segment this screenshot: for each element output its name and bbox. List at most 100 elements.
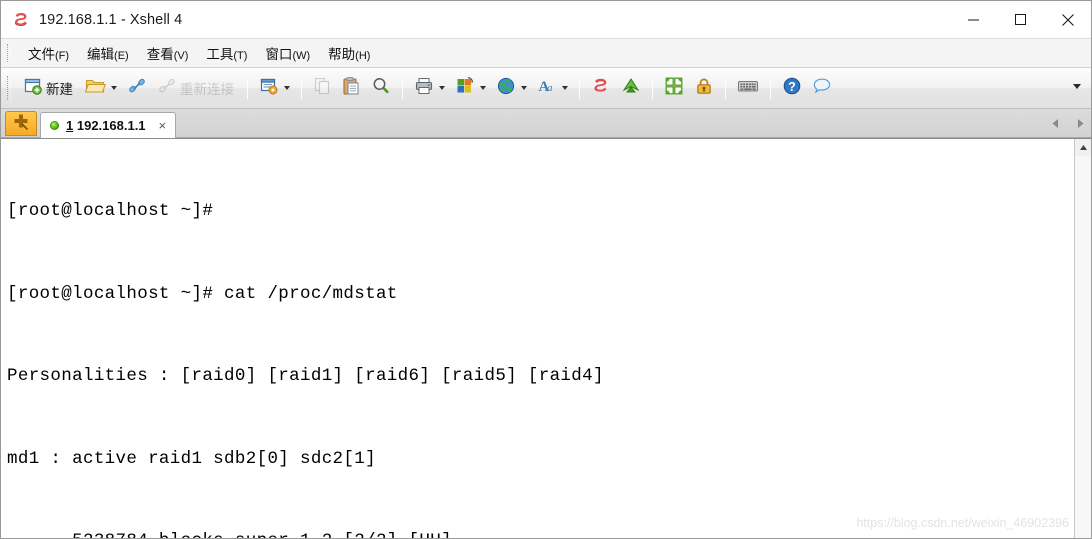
terminal-scrollbar[interactable] [1074, 139, 1091, 538]
menu-window[interactable]: 窗口(W) [256, 40, 319, 66]
tab-192-168-1-1[interactable]: 1 192.168.1.1 × [40, 112, 177, 138]
new-tab-plus-icon [12, 112, 30, 135]
minimize-button[interactable] [950, 1, 997, 38]
connection-status-icon [50, 121, 59, 130]
font-icon: A a [537, 76, 557, 101]
menu-file[interactable]: 文件(F) [19, 40, 78, 66]
terminal-output[interactable]: [root@localhost ~]# [root@localhost ~]# … [1, 139, 1074, 538]
paste-button[interactable] [337, 73, 366, 103]
scrollbar-track[interactable] [1075, 156, 1091, 538]
new-session-button[interactable]: 新建 [18, 73, 80, 103]
chevron-left-icon[interactable] [1051, 116, 1060, 134]
tab-bar: 1 192.168.1.1 × [1, 109, 1091, 138]
keyboard-icon [737, 76, 759, 101]
toolbar: 新建 重新连接 A a ? [1, 68, 1091, 109]
xftp-icon [621, 76, 641, 101]
arrange-button[interactable] [659, 73, 689, 103]
window-title: 192.168.1.1 - Xshell 4 [39, 11, 183, 28]
terminal-area: [root@localhost ~]# [root@localhost ~]# … [1, 138, 1091, 538]
menu-edit[interactable]: 编辑(E) [78, 40, 138, 66]
print-icon [414, 76, 434, 101]
chevron-down-icon[interactable] [439, 86, 445, 90]
xshell-button[interactable] [586, 73, 616, 103]
close-button[interactable] [1044, 1, 1091, 38]
chevron-right-icon[interactable] [1076, 116, 1085, 134]
menu-help[interactable]: 帮助(H) [319, 40, 379, 66]
terminal-line: 5238784 blocks super 1.2 [2/2] [UU] [7, 528, 1074, 538]
reconnect-button[interactable]: 重新连接 [152, 73, 241, 103]
color-scheme-button[interactable] [450, 73, 491, 103]
connect-icon [127, 76, 147, 101]
terminal-line: [root@localhost ~]# cat /proc/mdstat [7, 283, 398, 304]
menu-help-mnemonic: (H) [355, 50, 371, 62]
chevron-down-icon[interactable] [111, 86, 117, 90]
paste-icon [342, 76, 361, 101]
tab-scroll-controls [1051, 116, 1085, 134]
menu-file-label: 文件 [28, 47, 55, 62]
print-button[interactable] [409, 73, 450, 103]
tab-title: 192.168.1.1 [76, 118, 146, 133]
help-button[interactable]: ? [777, 73, 807, 103]
arrange-icon [664, 76, 684, 101]
menu-view-mnemonic: (V) [173, 50, 189, 62]
menu-tools-label: 工具 [206, 47, 234, 62]
lock-button[interactable] [689, 73, 719, 103]
reconnect-label: 重新连接 [180, 82, 234, 97]
chevron-down-icon[interactable] [284, 86, 290, 90]
session-properties-icon [259, 76, 279, 101]
keyboard-button[interactable] [732, 73, 764, 103]
toolbar-drag-grip[interactable] [7, 76, 11, 100]
tab-index: 1 [66, 118, 74, 133]
toolbar-separator-2 [301, 77, 302, 99]
disconnect-icon [157, 76, 177, 101]
menu-window-mnemonic: (W) [292, 50, 311, 62]
window-controls [950, 1, 1091, 38]
menu-tools-mnemonic: (T) [233, 50, 248, 62]
font-button[interactable]: A a [532, 73, 573, 103]
menu-edit-mnemonic: (E) [114, 50, 129, 62]
color-scheme-icon [455, 76, 475, 101]
new-session-icon [23, 76, 43, 101]
help-icon: ? [782, 76, 802, 101]
find-button[interactable] [366, 73, 396, 103]
menu-view[interactable]: 查看(V) [138, 40, 198, 66]
web-browser-button[interactable] [491, 73, 532, 103]
chevron-down-icon[interactable] [480, 86, 486, 90]
open-session-button[interactable] [80, 73, 122, 103]
menu-drag-grip[interactable] [7, 44, 11, 62]
toolbar-separator-3 [402, 77, 403, 99]
xshell-logo-icon [12, 11, 30, 29]
chevron-down-icon[interactable] [562, 86, 568, 90]
toolbar-separator-6 [725, 77, 726, 99]
toolbar-overflow-button[interactable] [1071, 79, 1083, 97]
menu-tools[interactable]: 工具(T) [197, 40, 256, 66]
copy-button[interactable] [308, 73, 337, 103]
new-session-label: 新建 [46, 82, 73, 97]
terminal-line: md1 : active raid1 sdb2[0] sdc2[1] [7, 448, 376, 469]
maximize-button[interactable] [997, 1, 1044, 38]
xftp-button[interactable] [616, 73, 646, 103]
toolbar-separator-7 [770, 77, 771, 99]
connect-button[interactable] [122, 73, 152, 103]
copy-icon [313, 76, 332, 101]
menu-help-label: 帮助 [328, 47, 356, 62]
scroll-up-arrow-icon[interactable] [1075, 139, 1091, 156]
menu-file-mnemonic: (F) [55, 50, 70, 62]
chevron-down-icon[interactable] [521, 86, 527, 90]
tab-close-icon[interactable]: × [157, 119, 169, 132]
session-properties-button[interactable] [254, 73, 295, 103]
terminal-line: [root@localhost ~]# [7, 201, 214, 221]
toolbar-separator-5 [652, 77, 653, 99]
menu-window-label: 窗口 [265, 47, 293, 62]
new-tab-button[interactable] [5, 111, 37, 136]
toolbar-separator-1 [247, 77, 248, 99]
terminal-line: Personalities : [raid0] [raid1] [raid6] … [7, 366, 604, 386]
web-browser-icon [496, 76, 516, 101]
title-bar: 192.168.1.1 - Xshell 4 [1, 1, 1091, 38]
menu-edit-label: 编辑 [87, 47, 115, 62]
xshell-icon [591, 76, 611, 101]
chat-button[interactable] [807, 73, 837, 103]
title-bar-left: 192.168.1.1 - Xshell 4 [1, 1, 950, 38]
svg-text:a: a [547, 82, 553, 94]
open-folder-icon [84, 76, 106, 101]
